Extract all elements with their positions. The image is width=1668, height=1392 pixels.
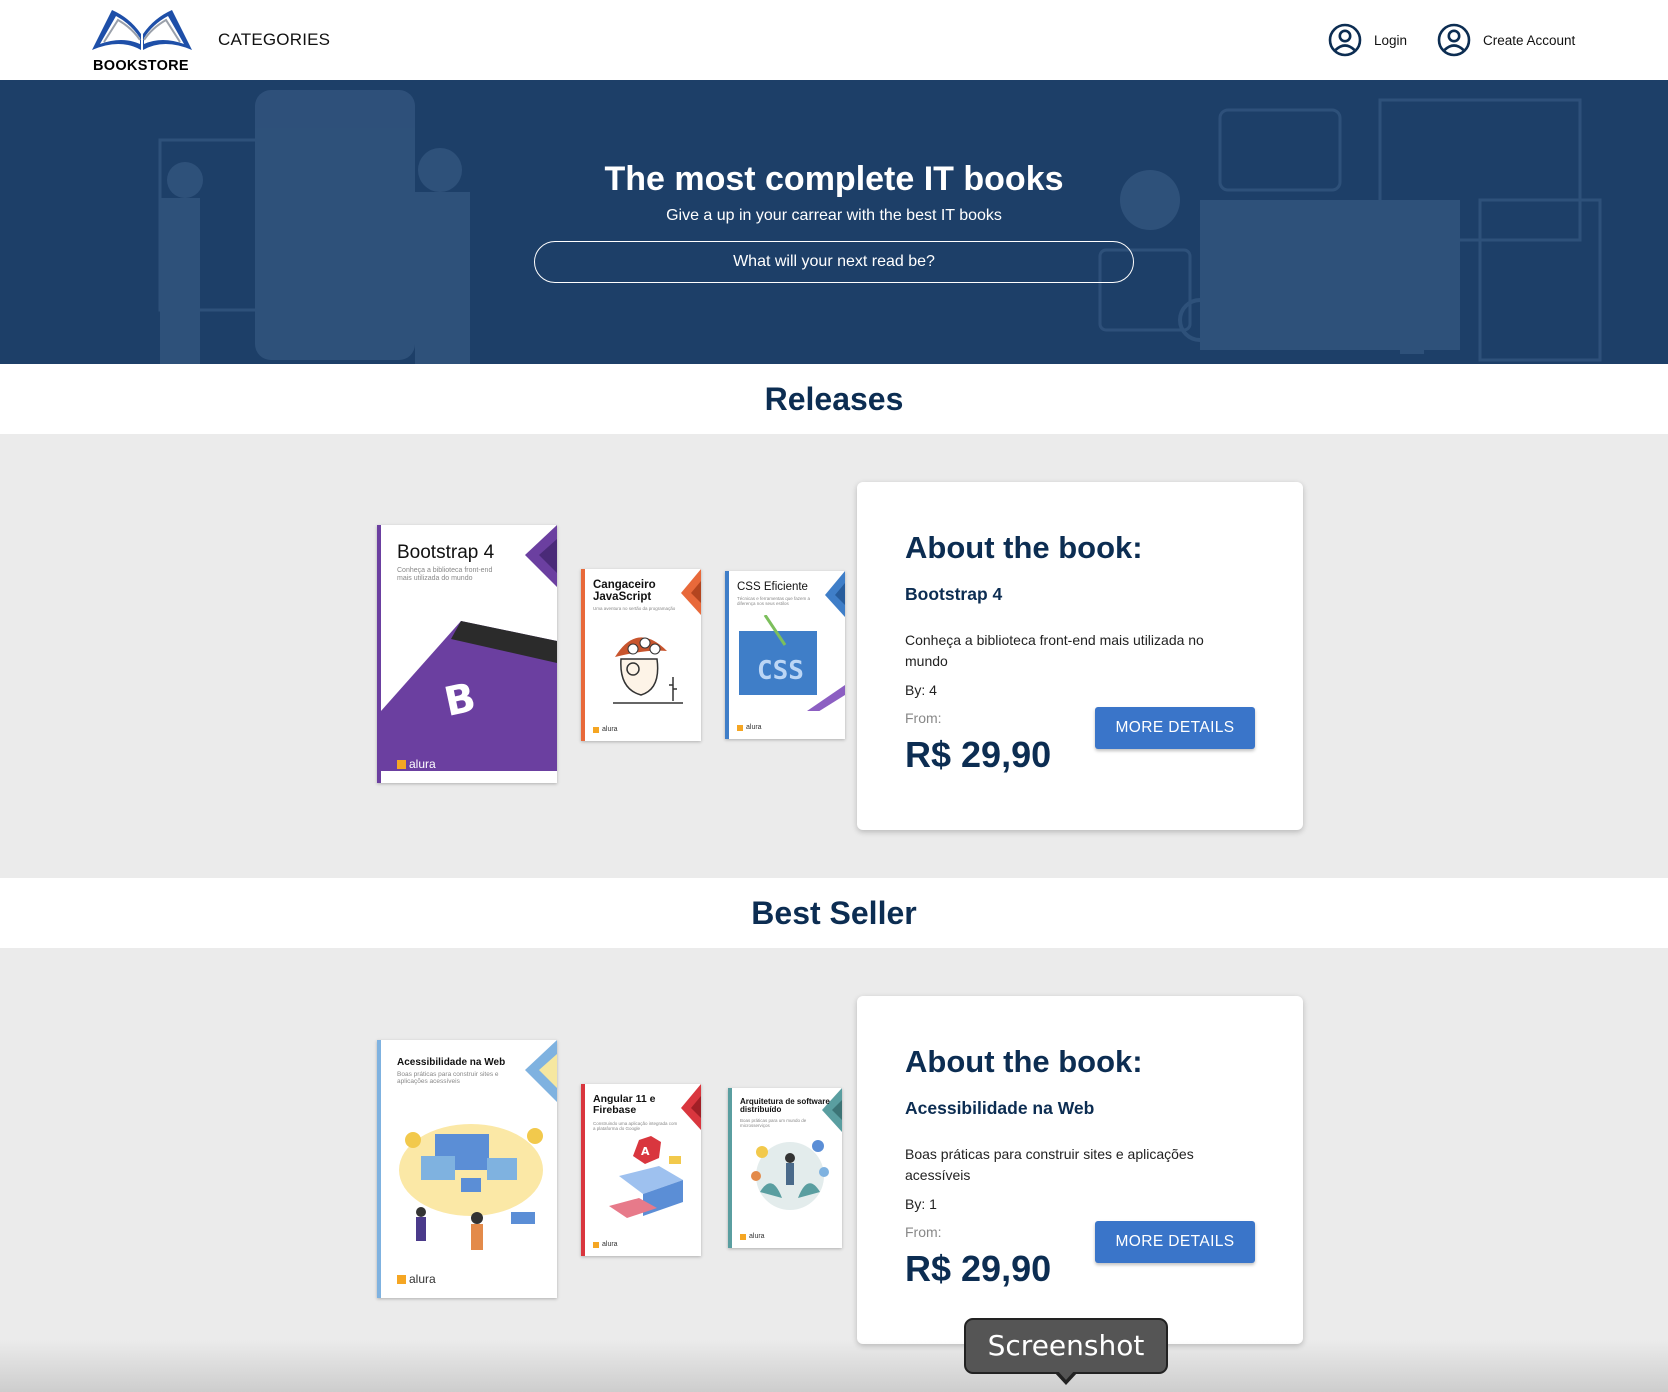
hero-title: The most complete IT books (604, 160, 1064, 198)
svg-text:CSS: CSS (757, 656, 804, 686)
create-account-link[interactable]: Create Account (1437, 22, 1575, 58)
best-seller-section: Acessibilidade na Web Boas práticas para… (0, 948, 1668, 1392)
book-title: CSS Eficiente (737, 581, 808, 593)
book-cover-css-eficiente[interactable]: CSS Eficiente Técnicas e ferramentas que… (725, 571, 845, 739)
login-label: Login (1374, 32, 1408, 48)
more-details-button[interactable]: MORE DETAILS (1095, 707, 1255, 749)
cover-corner-decoration (681, 569, 701, 615)
book-price: R$ 29,90 (905, 734, 1052, 775)
login-link[interactable]: Login (1328, 22, 1407, 58)
architecture-illustration (751, 1140, 829, 1210)
publisher-mark: alura (397, 757, 436, 771)
hero-subtitle: Give a up in your carrear with the best … (666, 207, 1002, 224)
cover-corner-decoration (681, 1084, 701, 1130)
price-label: From: (905, 1224, 942, 1240)
price-label: From: (905, 710, 942, 726)
more-details-button[interactable]: MORE DETAILS (1095, 1221, 1255, 1263)
logo-text: BOOKSTORE (93, 58, 189, 74)
publisher-mark: alura (397, 1272, 436, 1286)
categories-menu[interactable]: CATEGORIES (218, 30, 330, 50)
search-input[interactable] (534, 241, 1134, 283)
svg-text:A: A (641, 1145, 650, 1158)
hero-banner: The most complete IT books Give a up in … (0, 80, 1668, 364)
book-title: Arquitetura de software distribuído (740, 1097, 830, 1115)
book-title: Acessibilidade na Web (397, 1057, 506, 1068)
about-book-card: About the book: Bootstrap 4 Conheça a bi… (857, 482, 1303, 830)
bootstrap-phone-illustration: B (381, 621, 557, 771)
book-description: Conheça a biblioteca front-end mais util… (905, 632, 1204, 669)
book-spine (377, 1040, 381, 1298)
publisher-mark: alura (740, 1233, 765, 1240)
book-spine (581, 569, 585, 741)
book-spine (725, 571, 729, 739)
book-subtitle: Conheça a biblioteca front-end mais util… (397, 567, 493, 583)
book-cover-bootstrap[interactable]: Bootstrap 4 Conheça a biblioteca front-e… (377, 525, 557, 783)
publisher-mark: alura (593, 1241, 618, 1248)
book-subtitle: Boas práticas para construir sites e apl… (397, 1071, 499, 1086)
angular-illustration: A (609, 1136, 683, 1218)
publisher-mark: alura (737, 724, 762, 731)
accessibility-illustration (399, 1124, 543, 1250)
book-author: By: 4 (905, 682, 937, 698)
book-title: Angular 11 e Firebase (593, 1093, 656, 1117)
css-blueprint-illustration: CSS (739, 615, 845, 711)
book-subtitle: Construindo uma aplicação integrada com … (593, 1121, 678, 1132)
book-subtitle: Uma aventura no sertão da programação (593, 606, 676, 611)
about-book-card: About the book: Acessibilidade na Web Bo… (857, 996, 1303, 1344)
book-title: Cangaceiro JavaScript (593, 579, 656, 604)
bottom-shadow (0, 1340, 1668, 1392)
book-spine (728, 1088, 732, 1248)
book-spine (581, 1084, 585, 1256)
bookstore-logo[interactable]: BOOKSTORE (90, 4, 200, 76)
top-header: BOOKSTORE CATEGORIES Login Create Accoun… (0, 0, 1668, 80)
open-book-logo-icon (92, 10, 192, 50)
book-author: By: 1 (905, 1196, 937, 1212)
about-heading: About the book: (905, 1044, 1143, 1079)
publisher-mark: alura (593, 726, 618, 733)
user-account-icon (1328, 23, 1362, 57)
book-cover-angular-firebase[interactable]: Angular 11 e Firebase Construindo uma ap… (581, 1084, 701, 1256)
screenshot-tooltip: Screenshot (964, 1318, 1168, 1374)
book-name: Bootstrap 4 (905, 584, 1003, 604)
book-name: Acessibilidade na Web (905, 1098, 1095, 1118)
releases-section: Bootstrap 4 Conheça a biblioteca front-e… (0, 434, 1668, 878)
book-cover-acessibilidade[interactable]: Acessibilidade na Web Boas práticas para… (377, 1040, 557, 1298)
releases-heading: Releases (0, 364, 1668, 434)
book-title: Bootstrap 4 (397, 542, 495, 563)
user-account-icon (1437, 23, 1471, 57)
book-cover-arquitetura[interactable]: Arquitetura de software distribuído Boas… (728, 1088, 842, 1248)
best-seller-heading: Best Seller (0, 878, 1668, 948)
book-subtitle: Técnicas e ferramentas que fazem a difer… (737, 596, 811, 607)
tooltip-pointer-fill (1057, 1370, 1075, 1380)
about-heading: About the book: (905, 530, 1143, 565)
cangaceiro-illustration (613, 637, 683, 704)
cover-corner-decoration (525, 525, 557, 587)
book-cover-cangaceiro[interactable]: Cangaceiro JavaScript Uma aventura no se… (581, 569, 701, 741)
book-subtitle: Boas práticas para um mundo de microsser… (740, 1118, 807, 1129)
create-account-label: Create Account (1483, 32, 1576, 48)
book-description: Boas práticas para construir sites e apl… (905, 1146, 1194, 1183)
book-price: R$ 29,90 (905, 1248, 1052, 1289)
